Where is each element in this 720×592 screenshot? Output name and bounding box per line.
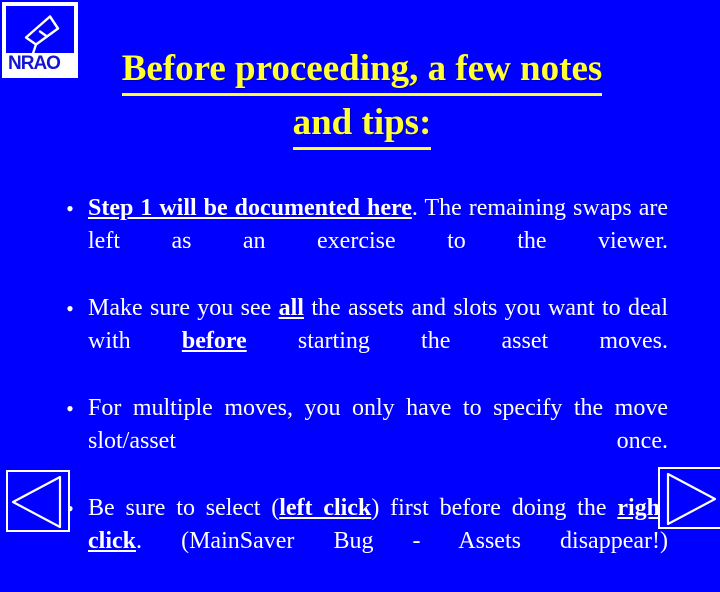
emphasis-text: before: [181, 328, 247, 354]
plain-text: Be sure to select (: [88, 495, 280, 521]
slide-title-line-2: and tips:: [292, 100, 432, 150]
bullet-text: Be sure to select (left click) first bef…: [88, 492, 668, 591]
plain-text: starting the asset moves.: [246, 328, 669, 354]
slide: NRAO Before proceeding, a few notes and …: [0, 0, 720, 554]
plain-text: ) first before doing the: [371, 495, 618, 521]
bullet-item: • Step 1 will be documented here. The rem…: [52, 192, 668, 291]
emphasis-text: all: [278, 295, 304, 321]
slide-title-line-2-wrapper: and tips:: [62, 100, 662, 150]
bullet-item: • Make sure you see all the assets and sl…: [52, 292, 668, 391]
triangle-left-icon: [11, 475, 62, 529]
plain-text: For multiple moves, you only have to spe…: [88, 395, 668, 454]
bullet-marker: •: [66, 196, 74, 221]
bullet-text: For multiple moves, you only have to spe…: [88, 392, 668, 491]
emphasis-text: Step 1 will be documented here: [88, 195, 412, 221]
triangle-right-icon: [666, 472, 717, 526]
bullet-text: Step 1 will be documented here. The rema…: [88, 192, 668, 291]
slide-title: Before proceeding, a few notes and tips:: [62, 46, 662, 150]
previous-slide-button[interactable]: [6, 470, 70, 532]
plain-text: Make sure you see: [88, 295, 279, 321]
bullet-item: • For multiple moves, you only have to sp…: [52, 392, 668, 491]
bullet-list: • Step 1 will be documented here. The rem…: [52, 192, 668, 592]
bullet-item: •Be sure to select (left click) first be…: [52, 492, 668, 591]
bullet-marker: •: [66, 396, 74, 421]
bullet-marker: •: [66, 296, 74, 321]
slide-title-line-1: Before proceeding, a few notes: [121, 46, 603, 96]
bullet-text: Make sure you see all the assets and slo…: [88, 292, 668, 391]
emphasis-text: left click: [279, 495, 372, 521]
next-slide-button[interactable]: [658, 467, 720, 529]
plain-text: . (MainSaver Bug - Assets disappear!): [136, 528, 668, 554]
